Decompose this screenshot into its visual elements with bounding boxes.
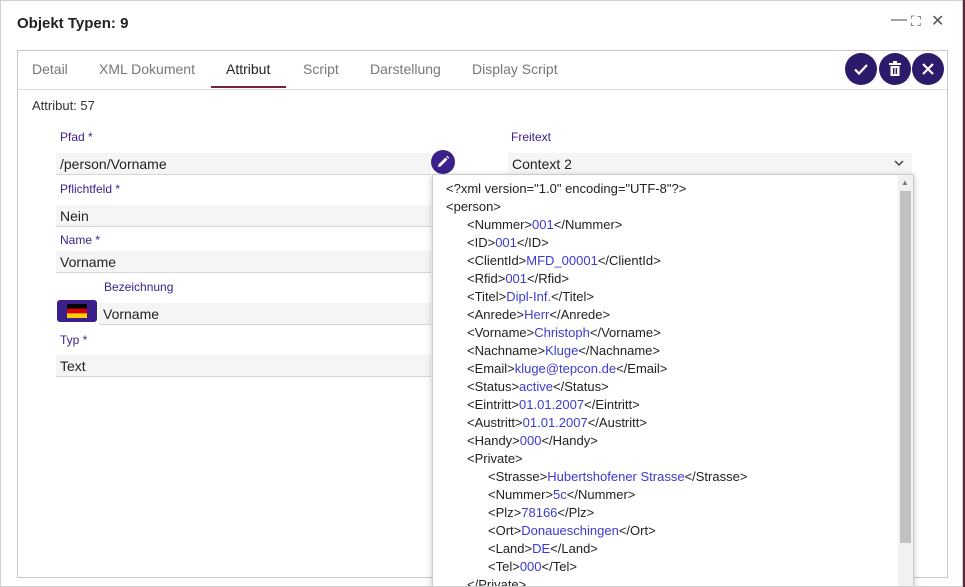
freitext-value: Context 2 [512,156,572,172]
xml-line: <Strasse>Hubertshofener Strasse</Strasse… [488,469,748,484]
xml-line: <?xml version="1.0" encoding="UTF-8"?> [446,181,687,196]
pflichtfeld-field[interactable]: Nein [56,205,431,227]
tab-xml-dokument[interactable]: XML Dokument [99,61,195,77]
close-icon [922,63,934,75]
dialog: Objekt Typen: 9 — ⛶ ✕ Detail XML Dokumen… [0,0,963,587]
xml-line: <Nummer>001</Nummer> [467,217,623,232]
scrollbar-thumb[interactable] [900,191,911,543]
pencil-icon [438,155,450,167]
xml-line: <Tel>000</Tel> [488,559,577,574]
xml-line: <Eintritt>01.01.2007</Eintritt> [467,397,640,412]
xml-line: <Plz>78166</Plz> [488,505,595,520]
name-label: Name * [60,233,101,247]
chevron-down-icon [894,160,904,167]
active-tab-indicator [211,86,286,88]
tab-darstellung[interactable]: Darstellung [370,61,441,77]
pflichtfeld-label: Pflichtfeld * [60,182,121,196]
xml-line: <Ort>Donaueschingen</Ort> [488,523,656,538]
scrollbar[interactable]: ▲ [898,175,913,586]
typ-label: Typ * [60,333,88,347]
close-window-icon[interactable]: ✕ [931,11,944,31]
xml-line: <Rfid>001</Rfid> [467,271,569,286]
xml-line: <Nummer>5c</Nummer> [488,487,636,502]
edit-pfad-button[interactable] [431,150,455,174]
tab-display-script[interactable]: Display Script [472,61,558,77]
xml-line: <Land>DE</Land> [488,541,598,556]
check-icon [854,64,868,76]
freitext-label: Freitext [511,130,552,144]
xml-line: <ClientId>MFD_00001</ClientId> [467,253,661,268]
attribute-header: Attribut: 57 [32,98,95,113]
scroll-up-icon[interactable]: ▲ [901,178,909,187]
xml-line: </Private> [467,577,527,587]
maximize-icon[interactable]: ⛶ [911,13,921,30]
confirm-button[interactable] [845,53,877,85]
minimize-icon[interactable]: — [891,11,907,29]
xml-dropdown[interactable]: <?xml version="1.0" encoding="UTF-8"?> <p… [432,174,914,587]
bezeichnung-label: Bezeichnung [104,280,174,294]
delete-button[interactable] [879,53,911,85]
trash-icon [889,61,901,76]
xml-line: <Private> [467,451,523,466]
xml-line: <Titel>Dipl-Inf.</Titel> [467,289,594,304]
pfad-label: Pfad * [60,130,93,144]
close-button[interactable] [912,53,944,85]
xml-line: <Vorname>Christoph</Vorname> [467,325,661,340]
pfad-field[interactable]: /person/Vorname [56,153,431,175]
dialog-title: Objekt Typen: 9 [17,15,129,32]
tab-attribut[interactable]: Attribut [226,61,270,77]
name-field[interactable]: Vorname [56,251,431,273]
de-flag-icon[interactable] [57,300,97,322]
bezeichnung-field[interactable]: Vorname [99,303,431,325]
tab-script[interactable]: Script [303,61,339,77]
xml-line: <Email>kluge@tepcon.de</Email> [467,361,668,376]
freitext-select[interactable]: Context 2 [508,153,912,175]
xml-line: <Status>active</Status> [467,379,609,394]
tab-detail[interactable]: Detail [32,61,68,77]
xml-line: <Austritt>01.01.2007</Austritt> [467,415,647,430]
xml-line: <ID>001</ID> [467,235,549,250]
xml-line: <Anrede>Herr</Anrede> [467,307,611,322]
xml-line: <person> [446,199,501,214]
xml-line: <Nachname>Kluge</Nachname> [467,343,660,358]
tab-bar: Detail XML Dokument Attribut Script Dars… [18,51,947,90]
typ-field[interactable]: Text [56,355,431,377]
xml-line: <Handy>000</Handy> [467,433,598,448]
